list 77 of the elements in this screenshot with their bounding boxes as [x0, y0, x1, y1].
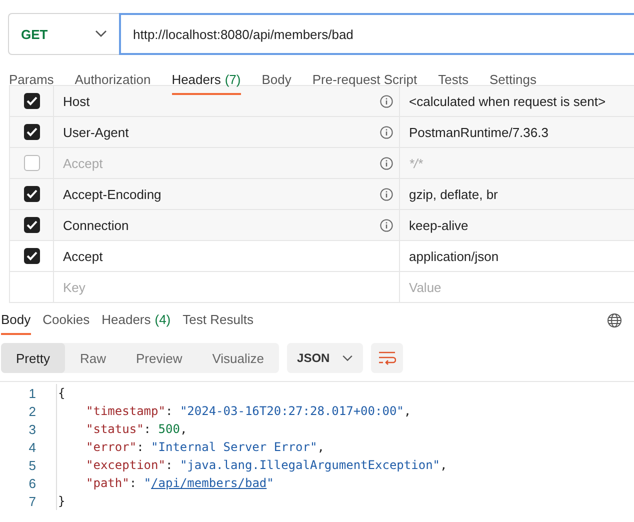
request-tab[interactable]: Tests: [438, 65, 468, 95]
request-tab[interactable]: Settings: [489, 65, 536, 95]
wrap-lines-button[interactable]: [371, 343, 404, 373]
line-number: 2: [28, 404, 37, 418]
line-number: 1: [28, 386, 37, 400]
header-value: PostmanRuntime/7.36.3: [409, 124, 548, 140]
header-value: */*: [409, 156, 423, 170]
chevron-down-icon: [342, 354, 354, 362]
code-token: "java.lang.IllegalArgumentException": [180, 458, 440, 472]
code-token: 500: [158, 422, 180, 436]
header-value: keep-alive: [409, 218, 468, 232]
code-token: ,: [440, 458, 448, 472]
info-icon[interactable]: [380, 188, 393, 200]
line-number: 4: [28, 440, 37, 454]
code-token: :: [136, 440, 145, 454]
chevron-down-icon: [95, 30, 107, 38]
request-tab[interactable]: Pre-request Script: [312, 65, 418, 95]
view-mode-tab[interactable]: Preview: [120, 343, 198, 373]
code-token: "error": [86, 440, 137, 454]
line-number: 6: [28, 476, 37, 490]
response-tab[interactable]: Headers (4): [102, 305, 171, 335]
response-tab[interactable]: Test Results: [182, 305, 254, 335]
format-dropdown[interactable]: JSON: [287, 343, 364, 373]
request-tab[interactable]: Body: [262, 65, 292, 95]
checkbox[interactable]: [24, 217, 40, 233]
checkbox[interactable]: [24, 155, 40, 171]
code-token: "exception": [86, 458, 166, 472]
key-field[interactable]: Key: [63, 280, 163, 294]
code-token: :: [165, 404, 174, 418]
request-tab[interactable]: Authorization: [74, 65, 151, 95]
code-token: :: [165, 458, 174, 472]
header-key: Connection: [63, 218, 129, 232]
code-token: :: [129, 476, 138, 490]
view-mode-tab[interactable]: Visualize: [197, 343, 280, 373]
url-field[interactable]: http://localhost:8080/api/members/bad: [119, 13, 634, 55]
code-token: "2024-03-16T20:27:28.017+00:00": [180, 404, 404, 418]
code-token: "path": [86, 476, 130, 490]
code-token: :: [144, 422, 152, 436]
header-key: Host: [63, 94, 90, 108]
response-tab[interactable]: Body: [1, 305, 31, 335]
checkbox[interactable]: [24, 124, 40, 140]
code-token: ": [266, 476, 274, 490]
globe-icon[interactable]: [607, 312, 622, 328]
code-token: "timestamp": [86, 404, 166, 418]
header-key: User-Agent: [63, 124, 129, 140]
header-value: application/json: [409, 248, 499, 264]
header-value: gzip, deflate, br: [409, 186, 498, 202]
line-number: 3: [28, 422, 37, 436]
info-icon[interactable]: [380, 156, 393, 170]
view-mode-tab[interactable]: Raw: [64, 343, 121, 373]
view-mode-tab[interactable]: Pretty: [1, 343, 65, 373]
checkbox[interactable]: [24, 248, 40, 264]
request-tab[interactable]: Params: [9, 65, 54, 95]
checkbox[interactable]: [24, 186, 40, 202]
response-tab[interactable]: Cookies: [42, 305, 90, 335]
header-value: <calculated when request is sent>: [409, 94, 606, 108]
info-icon[interactable]: [380, 126, 393, 138]
method-dropdown[interactable]: GET: [8, 13, 119, 55]
code-token: "status": [86, 422, 144, 436]
line-number: 7: [28, 494, 37, 508]
code-token: {: [58, 386, 66, 400]
header-key: Accept-Encoding: [63, 186, 162, 202]
code-token: ": [144, 476, 152, 490]
info-icon[interactable]: [380, 218, 393, 232]
code-token: ,: [180, 422, 188, 436]
code-token: "Internal Server Error": [151, 440, 318, 454]
info-icon[interactable]: [380, 94, 393, 108]
header-key: Accept: [63, 156, 103, 170]
code-token: }: [58, 494, 66, 508]
checkbox[interactable]: [24, 93, 40, 109]
code-token: ,: [317, 440, 324, 454]
line-number: 5: [28, 458, 37, 472]
wrap-lines-icon: [378, 351, 396, 365]
header-key: Accept: [63, 248, 103, 264]
code-link[interactable]: /api/members/bad: [151, 476, 267, 490]
code-token: ,: [404, 404, 412, 418]
value-field[interactable]: Value: [409, 280, 509, 294]
